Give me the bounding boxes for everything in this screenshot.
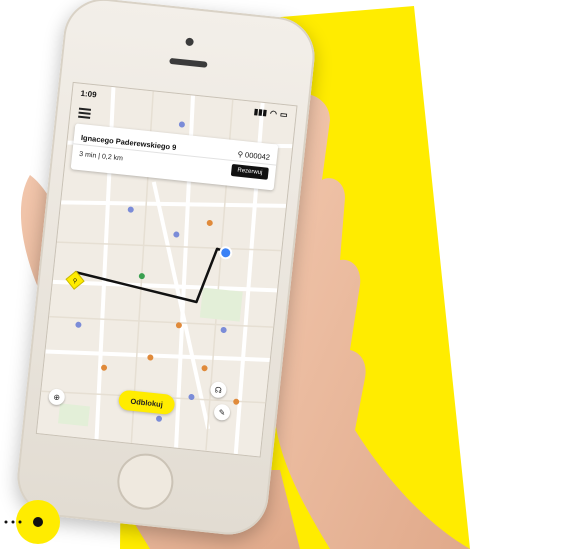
eta-distance: 3 min | 0,2 km (78, 150, 124, 163)
status-time: 1:09 (80, 88, 98, 99)
status-icons: ▮▮▮ ◠ ▭ (253, 106, 288, 118)
pagination-dots-icon (4, 500, 60, 544)
bike-id-label: ⚲ 000042 (237, 149, 270, 161)
earpiece-speaker (169, 57, 208, 68)
reserve-button[interactable]: Rezerwuj (230, 163, 269, 180)
app-screen: ⚲ 1:09 ▮▮▮ ◠ ▭ Ignacego Paderewskiego 9 … (35, 81, 298, 458)
home-button[interactable] (114, 450, 177, 513)
user-location-icon (219, 246, 233, 260)
bike-id: 000042 (244, 149, 271, 162)
marketing-scene: ⚲ 1:09 ▮▮▮ ◠ ▭ Ignacego Paderewskiego 9 … (0, 0, 576, 549)
wifi-icon: ◠ (269, 108, 278, 118)
svg-text:⚲: ⚲ (72, 277, 77, 284)
battery-icon: ▭ (279, 109, 289, 119)
front-camera (185, 37, 194, 47)
bike-station-marker-icon[interactable]: ⚲ (64, 269, 86, 291)
signal-icon: ▮▮▮ (253, 106, 268, 117)
bicycle-icon: ⚲ (237, 149, 244, 159)
hamburger-menu-icon[interactable] (78, 107, 92, 119)
